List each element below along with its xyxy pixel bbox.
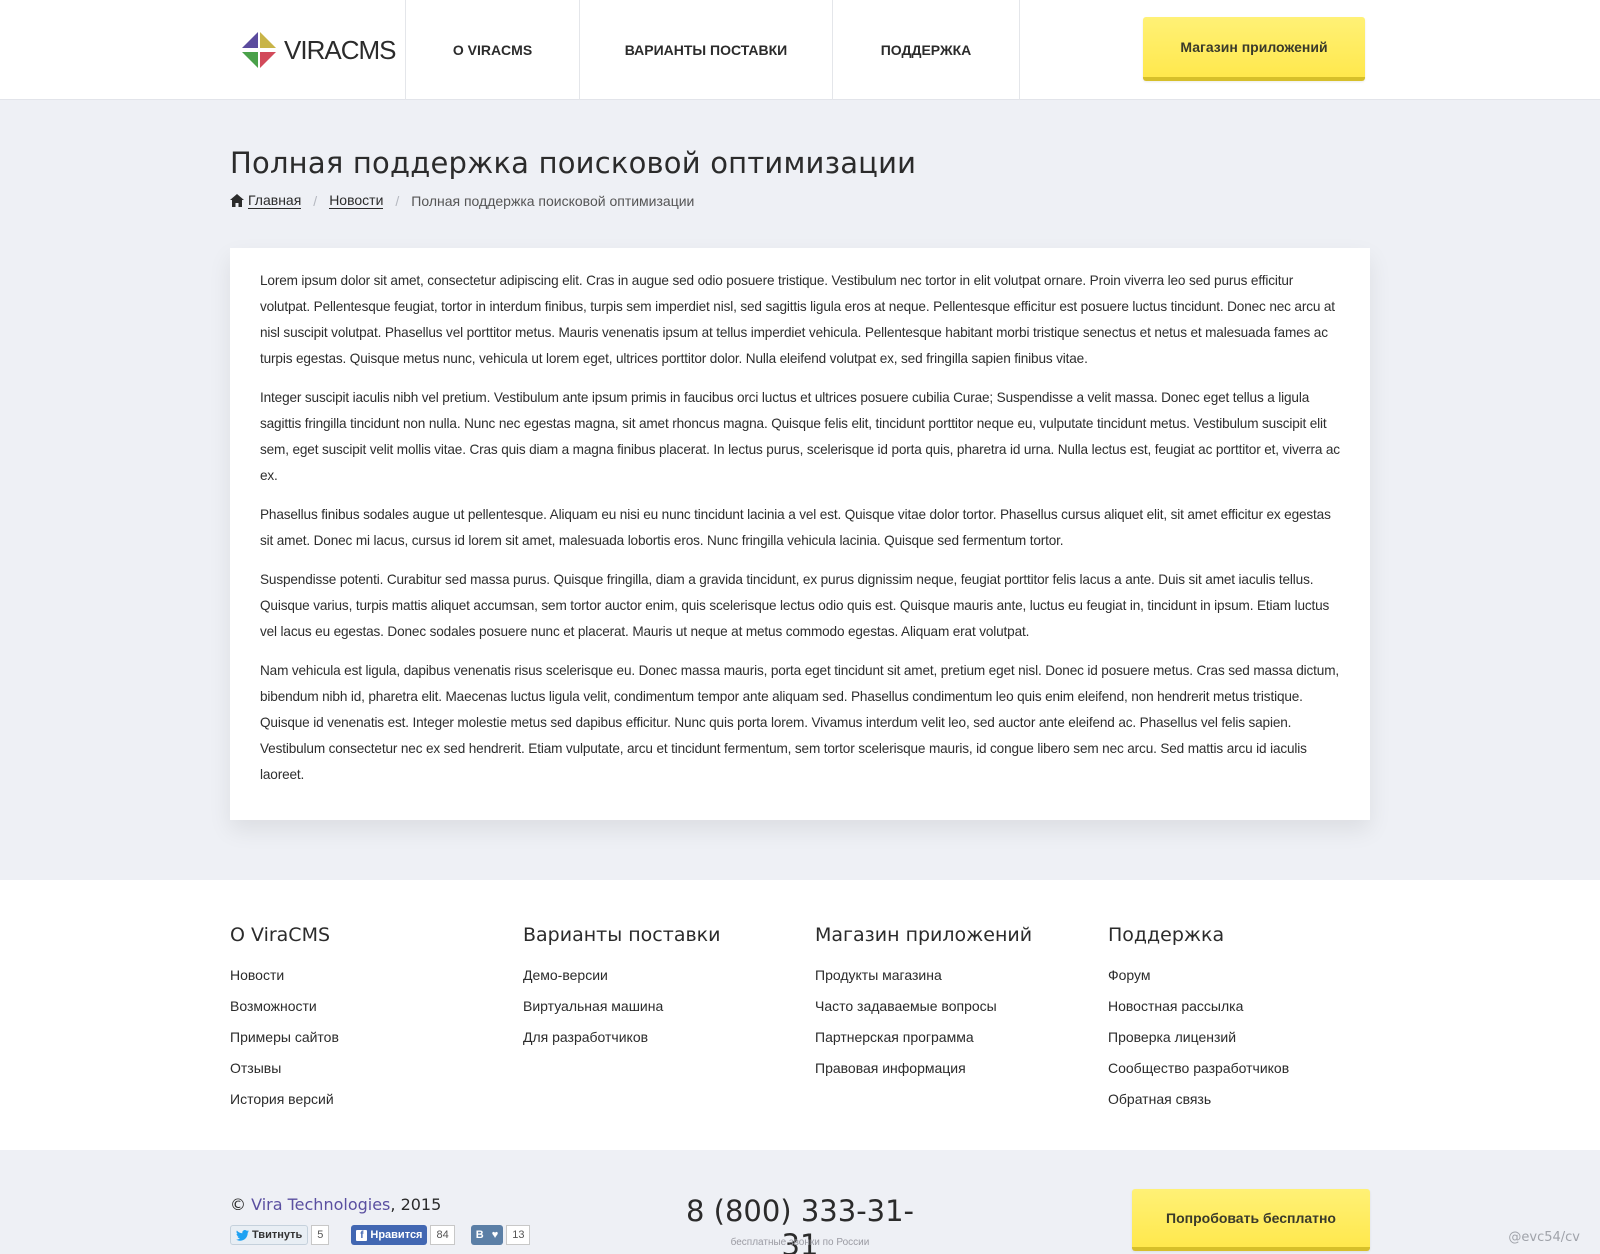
try-free-button[interactable]: Попробовать бесплатно [1132,1189,1370,1251]
footer-column-title: Поддержка [1108,924,1225,946]
footer-link[interactable]: Проверка лицензий [1108,1022,1289,1053]
vk-like-button[interactable]: В ♥ [470,1225,504,1245]
heart-icon: ♥ [491,1229,499,1241]
breadcrumb: Главная / Новости / Полная поддержка пои… [230,192,694,209]
article-paragraph: Suspendisse potenti. Curabitur sed massa… [260,572,1330,639]
logo-icon [242,32,276,68]
vk-label: В [475,1229,484,1241]
breadcrumb-home-link[interactable]: Главная [248,192,302,209]
article-card: Lorem ipsum dolor sit amet, consectetur … [230,248,1370,820]
footer-link[interactable]: История версий [230,1084,339,1115]
watermark: @evc54/cv [1508,1230,1580,1245]
footer-link[interactable]: Возможности [230,991,339,1022]
footer-column-title: О ViraCMS [230,924,331,946]
breadcrumb-current: Полная поддержка поисковой оптимизации [411,192,695,209]
tweet-label: Твитнуть [252,1229,303,1241]
company-link[interactable]: Vira Technologies [251,1195,390,1214]
footer-link[interactable]: Правовая информация [815,1053,1032,1084]
phone-note: бесплатные звонки по России [730,1237,870,1248]
logo-text: VIRACMS [284,34,396,65]
footer-column-support: Поддержка Форум Новостная рассылка Прове… [1108,924,1289,1115]
article-paragraph: Phasellus finibus sodales augue ut pelle… [260,507,1331,548]
footer-column-store: Магазин приложений Продукты магазина Час… [815,924,1032,1084]
article-paragraph: Lorem ipsum dolor sit amet, consectetur … [260,273,1335,366]
footer-link[interactable]: Виртуальная машина [523,991,721,1022]
article-paragraph: Integer suscipit iaculis nibh vel pretiu… [260,390,1340,483]
footer-link[interactable]: Сообщество разработчиков [1108,1053,1289,1084]
footer-link[interactable]: Демо-версии [523,960,721,991]
vk-count: 13 [506,1225,531,1245]
tweet-count: 5 [311,1225,330,1245]
tweet-button[interactable]: Твитнуть [230,1225,309,1245]
nav-about[interactable]: О VIRACMS [406,0,580,100]
page-title: Полная поддержка поисковой оптимизации [230,146,917,180]
breadcrumb-separator: / [395,192,400,209]
nav-delivery-options[interactable]: ВАРИАНТЫ ПОСТАВКИ [580,0,833,100]
footer-link[interactable]: Для разработчиков [523,1022,721,1053]
footer-column-title: Магазин приложений [815,924,1033,946]
footer-link[interactable]: Форум [1108,960,1289,991]
facebook-count: 84 [430,1225,455,1245]
footer-link[interactable]: Продукты магазина [815,960,1032,991]
facebook-like-button[interactable]: f Нравится [351,1225,428,1245]
logo[interactable]: VIRACMS [238,30,396,70]
footer-link[interactable]: Партнерская программа [815,1022,1032,1053]
footer-link[interactable]: Примеры сайтов [230,1022,339,1053]
copyright: © Vira Technologies, 2015 [230,1195,442,1214]
footer-link[interactable]: Новости [230,960,339,991]
app-store-button[interactable]: Магазин приложений [1143,17,1365,81]
twitter-icon [236,1229,249,1241]
social-buttons: Твитнуть 5 f Нравится 84 В ♥ 13 [230,1225,531,1245]
footer-link[interactable]: Обратная связь [1108,1084,1289,1115]
nav-support[interactable]: ПОДДЕРЖКА [833,0,1020,100]
breadcrumb-news-link[interactable]: Новости [329,192,384,209]
footer-column-delivery: Варианты поставки Демо-версии Виртуальна… [523,924,721,1053]
facebook-icon: f [356,1229,368,1241]
home-icon [230,194,244,207]
breadcrumb-separator: / [313,192,318,209]
main-nav: О VIRACMS ВАРИАНТЫ ПОСТАВКИ ПОДДЕРЖКА [405,0,1020,100]
footer-link[interactable]: Отзывы [230,1053,339,1084]
footer-bottom: © Vira Technologies, 2015 Твитнуть 5 f Н… [0,1150,1600,1254]
footer-column-title: Варианты поставки [523,924,721,946]
facebook-like-label: Нравится [370,1229,423,1241]
footer-link[interactable]: Новостная рассылка [1108,991,1289,1022]
footer-column-about: О ViraCMS Новости Возможности Примеры са… [230,924,339,1115]
footer-link[interactable]: Часто задаваемые вопросы [815,991,1032,1022]
footer-links: О ViraCMS Новости Возможности Примеры са… [0,880,1600,1150]
article-paragraph: Nam vehicula est ligula, dapibus venenat… [260,663,1340,782]
site-header: VIRACMS О VIRACMS ВАРИАНТЫ ПОСТАВКИ ПОДД… [0,0,1600,100]
